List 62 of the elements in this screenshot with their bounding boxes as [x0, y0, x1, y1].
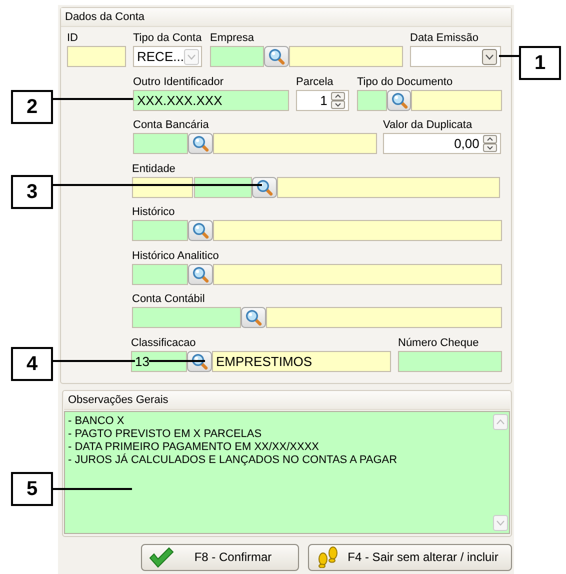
field-label: Empresa	[210, 32, 256, 46]
panel-title: Dados da Conta	[61, 8, 511, 27]
field-label: Número Cheque	[398, 336, 480, 350]
field-label: Tipo do Documento	[357, 76, 454, 90]
input-field[interactable]: XXX.XXX.XXX	[133, 90, 289, 110]
dropdown-field[interactable]: RECE...	[133, 46, 202, 67]
search-button[interactable]	[252, 176, 277, 198]
check-icon	[148, 546, 174, 568]
field-label: Entidade	[132, 162, 176, 176]
field-label: Histórico	[132, 206, 176, 220]
dropdown-button[interactable]	[482, 48, 497, 64]
input-field[interactable]	[132, 176, 193, 198]
search-icon	[390, 92, 408, 108]
callout-number: 2	[11, 90, 53, 124]
input-field[interactable]	[67, 46, 126, 67]
callout-number: 1	[519, 46, 561, 80]
field-label: Data Emissão	[410, 32, 480, 46]
input-field[interactable]	[398, 350, 502, 372]
search-icon	[245, 309, 262, 326]
confirm-button[interactable]: F8 - Confirmar	[141, 544, 299, 570]
field-label: Conta Bancária	[133, 119, 210, 133]
search-icon	[192, 135, 209, 152]
field-label: Outro Identificador	[133, 76, 224, 90]
callout-number: 5	[11, 472, 53, 506]
field-label: Classificacao	[131, 336, 197, 350]
code-field[interactable]	[194, 176, 252, 198]
code-field[interactable]	[133, 133, 188, 154]
code-field[interactable]	[210, 46, 264, 67]
panel-title: Observações Gerais	[64, 390, 510, 410]
description-field[interactable]	[213, 220, 502, 241]
leader-line	[499, 55, 519, 57]
spin-buttons[interactable]	[331, 92, 345, 108]
code-field[interactable]: 13	[131, 350, 187, 372]
field-label: ID	[67, 32, 79, 46]
field-label: Parcela	[296, 76, 334, 90]
description-field[interactable]	[213, 264, 502, 284]
exit-button[interactable]: F4 - Sair sem alterar / incluir	[308, 544, 512, 570]
date-field[interactable]	[410, 46, 501, 67]
callout-number: 3	[11, 175, 53, 209]
field-label: Histórico Analitico	[132, 250, 220, 264]
search-icon	[192, 222, 209, 239]
code-field[interactable]	[132, 220, 188, 241]
search-icon	[256, 178, 273, 196]
description-field[interactable]	[266, 307, 502, 328]
description-field[interactable]: EMPRESTIMOS	[212, 350, 391, 372]
search-icon	[268, 48, 285, 65]
code-field[interactable]	[132, 307, 241, 328]
description-field[interactable]	[277, 176, 500, 198]
spin-buttons[interactable]	[483, 135, 497, 152]
number-field[interactable]: 0,00	[383, 133, 501, 154]
callout-number: 4	[11, 347, 53, 381]
field-label: Conta Contábil	[132, 293, 206, 307]
description-field[interactable]	[213, 133, 377, 154]
search-icon	[192, 266, 209, 282]
code-field[interactable]	[357, 90, 387, 110]
number-field[interactable]: 1	[296, 90, 349, 110]
search-button[interactable]	[187, 350, 212, 372]
field-label: Valor da Duplicata	[383, 119, 474, 133]
field-label: Tipo da Conta	[133, 32, 202, 46]
description-field[interactable]	[411, 90, 502, 110]
description-field[interactable]	[289, 46, 403, 67]
code-field[interactable]	[132, 264, 188, 284]
